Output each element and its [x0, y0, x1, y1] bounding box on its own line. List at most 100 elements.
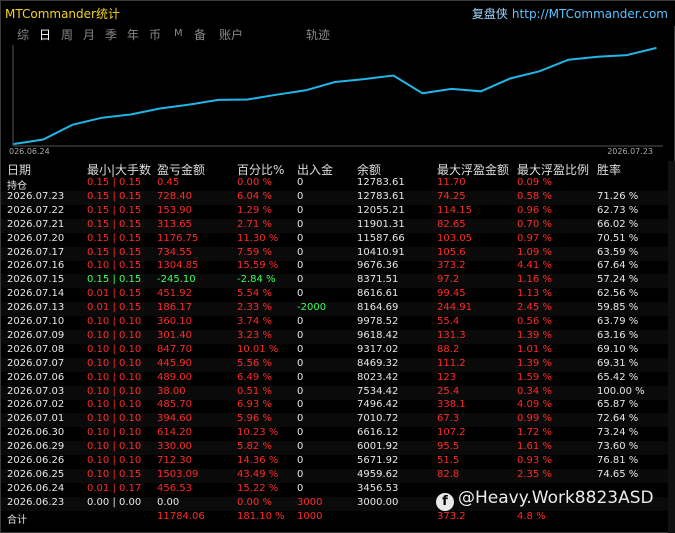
- row-mfe-pct: 1.01 %: [517, 343, 552, 355]
- table-row[interactable]: 2026.07.07 0.10 | 0.10 445.90 5.56 % 0 8469.3…: [1, 357, 675, 372]
- table-row[interactable]: 2026.07.14 0.01 | 0.15 451.92 5.54 % 0 8616.6…: [1, 288, 675, 302]
- row-balance: 12055.21: [357, 204, 405, 216]
- tab-currency[interactable]: 币: [149, 26, 161, 43]
- row-date: 2026.07.06: [7, 371, 65, 383]
- tab-quarterly[interactable]: 季: [105, 26, 117, 43]
- header-balance[interactable]: 余额: [357, 161, 381, 178]
- tab-account[interactable]: 账户: [219, 26, 243, 43]
- header-pnl[interactable]: 盈亏金额: [157, 161, 205, 178]
- row-lots: 0.10 | 0.15: [87, 468, 142, 480]
- row-win-rate: 73.60 %: [597, 441, 639, 453]
- row-win-rate: 57.24 %: [597, 274, 639, 286]
- row-pct: 11.30 %: [237, 232, 279, 244]
- table-row[interactable]: 合计 11784.06 181.10 % 1000 373.2 4.8 %: [1, 510, 675, 526]
- brand-link[interactable]: 复盘侠 http://MTCommander.com: [472, 5, 668, 22]
- table-row[interactable]: 2026.07.13 0.01 | 0.15 186.17 2.33 % -2000 81…: [1, 302, 675, 317]
- row-mfe-pct: 1.16 %: [517, 274, 552, 286]
- row-pct: 43.49 %: [237, 468, 279, 480]
- row-pct: 6.49 %: [237, 371, 272, 383]
- equity-point: [71, 124, 74, 126]
- tab-monthly[interactable]: 月: [83, 26, 95, 43]
- table-row[interactable]: 2026.07.02 0.10 | 0.10 485.70 6.93 % 0 7496.4…: [1, 399, 675, 413]
- tab-daily[interactable]: 日: [39, 26, 51, 43]
- row-win-rate: 59.85 %: [597, 302, 639, 314]
- tab-summary[interactable]: 综: [17, 26, 29, 43]
- table-row[interactable]: 2026.07.20 0.15 | 0.15 1176.75 11.30 % 0 1158…: [1, 233, 675, 247]
- row-balance: 3000.00: [357, 496, 399, 508]
- row-pct: 1.29 %: [237, 204, 272, 216]
- row-win-rate: 63.59 %: [597, 246, 639, 258]
- row-balance: 8023.42: [357, 371, 399, 383]
- row-balance: 8371.51: [357, 274, 399, 286]
- row-mfe: 51.5: [437, 455, 460, 466]
- row-lots: 0.10 | 0.10: [87, 316, 142, 327]
- row-lots: 0.00 | 0.00: [87, 496, 142, 508]
- row-pnl: 728.40: [157, 190, 192, 202]
- equity-point: [100, 117, 103, 119]
- row-pnl: -245.10: [157, 274, 196, 286]
- row-balance: 7496.42: [357, 399, 399, 411]
- table-row[interactable]: 2026.06.25 0.10 | 0.15 1503.09 43.49 % 0 4959…: [1, 468, 675, 483]
- table-row[interactable]: 2026.07.15 0.15 | 0.15 -245.10 -2.84 % 0 8371…: [1, 274, 675, 289]
- tab-notes[interactable]: 备: [194, 26, 206, 43]
- table-row[interactable]: 2026.07.06 0.10 | 0.10 489.00 6.49 % 0 8023.4…: [1, 372, 675, 386]
- row-win-rate: 69.31 %: [597, 357, 639, 369]
- tab-m[interactable]: M: [174, 28, 183, 39]
- table-row[interactable]: 2026.06.26 0.10 | 0.10 712.30 14.36 % 0 5671.…: [1, 455, 675, 469]
- tab-yearly[interactable]: 年: [127, 26, 139, 43]
- table-row[interactable]: 2026.06.29 0.10 | 0.10 330.00 5.82 % 0 6001.9…: [1, 441, 675, 456]
- table-row[interactable]: 2026.07.16 0.10 | 0.15 1304.85 15.59 % 0 9676…: [1, 260, 675, 274]
- row-balance: 8616.61: [357, 288, 399, 300]
- header-lots[interactable]: 最小|大手数: [87, 161, 151, 178]
- row-lots: 0.01 | 0.15: [87, 302, 142, 314]
- row-lots: 0.10 | 0.10: [87, 427, 142, 439]
- row-mfe: 55.4: [437, 316, 460, 327]
- x-end-label: 2026.07.23: [607, 147, 653, 156]
- tab-trajectory[interactable]: 轨迹: [306, 26, 330, 43]
- equity-point: [480, 90, 482, 93]
- row-pct: 15.59 %: [237, 260, 279, 272]
- row-win-rate: 100.00 %: [597, 385, 645, 397]
- row-mfe: 25.4: [437, 385, 460, 397]
- header-mfe-pct[interactable]: 最大浮盈比例: [517, 161, 589, 178]
- table-row[interactable]: 2026.07.08 0.10 | 0.10 847.70 10.01 % 0 9317.…: [1, 344, 675, 358]
- row-pnl: 0.00: [157, 496, 180, 508]
- table-row[interactable]: 持仓 0.15 | 0.15 0.45 0.00 % 0 12783.61 11.70 0.0…: [1, 177, 675, 192]
- table-row[interactable]: 2026.07.03 0.10 | 0.10 38.00 0.51 % 0 7534.42…: [1, 385, 675, 400]
- row-pct: 0.00 %: [237, 177, 272, 188]
- row-win-rate: 74.65 %: [597, 468, 639, 480]
- header-mfe[interactable]: 最大浮盈金额: [437, 161, 509, 178]
- watermark-text: @Heavy.Work8823ASD: [458, 488, 654, 508]
- row-mfe: 111.2: [437, 357, 466, 369]
- table-row[interactable]: 2026.07.09 0.10 | 0.10 301.40 3.23 % 0 9618.4…: [1, 329, 675, 344]
- row-win-rate: 63.16 %: [597, 329, 639, 341]
- table-row[interactable]: 2026.07.01 0.10 | 0.10 394.60 5.96 % 0 7010.7…: [1, 413, 675, 428]
- row-pnl: 456.53: [157, 482, 192, 494]
- tab-weekly[interactable]: 周: [61, 26, 73, 43]
- table-row[interactable]: 2026.07.17 0.15 | 0.15 734.55 7.59 % 0 10410.…: [1, 246, 675, 261]
- row-pct: 5.96 %: [237, 413, 272, 425]
- title-bar: MTCommander统计 复盘侠 http://MTCommander.com: [1, 1, 675, 26]
- row-mfe-pct: 4.8 %: [517, 510, 546, 522]
- row-mfe-pct: 1.09 %: [517, 246, 552, 258]
- row-io: 0: [297, 274, 304, 286]
- header-io[interactable]: 出入金: [297, 161, 333, 178]
- row-pnl: 0.45: [157, 177, 180, 188]
- vertical-scrollbar[interactable]: [668, 161, 675, 533]
- row-mfe-pct: 1.59 %: [517, 371, 552, 383]
- table-row[interactable]: 2026.07.22 0.15 | 0.15 153.90 1.29 % 0 12055.…: [1, 205, 675, 219]
- row-balance: 8164.69: [357, 302, 399, 314]
- table-row[interactable]: 2026.07.21 0.15 | 0.15 313.65 2.71 % 0 11901.…: [1, 218, 675, 233]
- header-date[interactable]: 日期: [7, 161, 31, 178]
- row-mfe: 67.3: [437, 413, 460, 425]
- table-row[interactable]: 2026.07.10 0.10 | 0.10 360.10 3.74 % 0 9978.5…: [1, 316, 675, 330]
- header-win-rate[interactable]: 胜率: [597, 161, 621, 178]
- row-lots: 0.15 | 0.15: [87, 204, 142, 216]
- header-pct[interactable]: 百分比%: [237, 161, 284, 178]
- equity-point: [305, 89, 307, 92]
- row-lots: 0.10 | 0.10: [87, 455, 142, 466]
- table-row[interactable]: 2026.07.23 0.15 | 0.15 728.40 6.04 % 0 12783.…: [1, 190, 675, 205]
- table-row[interactable]: 2026.06.30 0.10 | 0.10 614.20 10.23 % 0 6616.…: [1, 427, 675, 441]
- equity-point: [509, 77, 511, 80]
- brand-url[interactable]: http://MTCommander.com: [512, 7, 668, 21]
